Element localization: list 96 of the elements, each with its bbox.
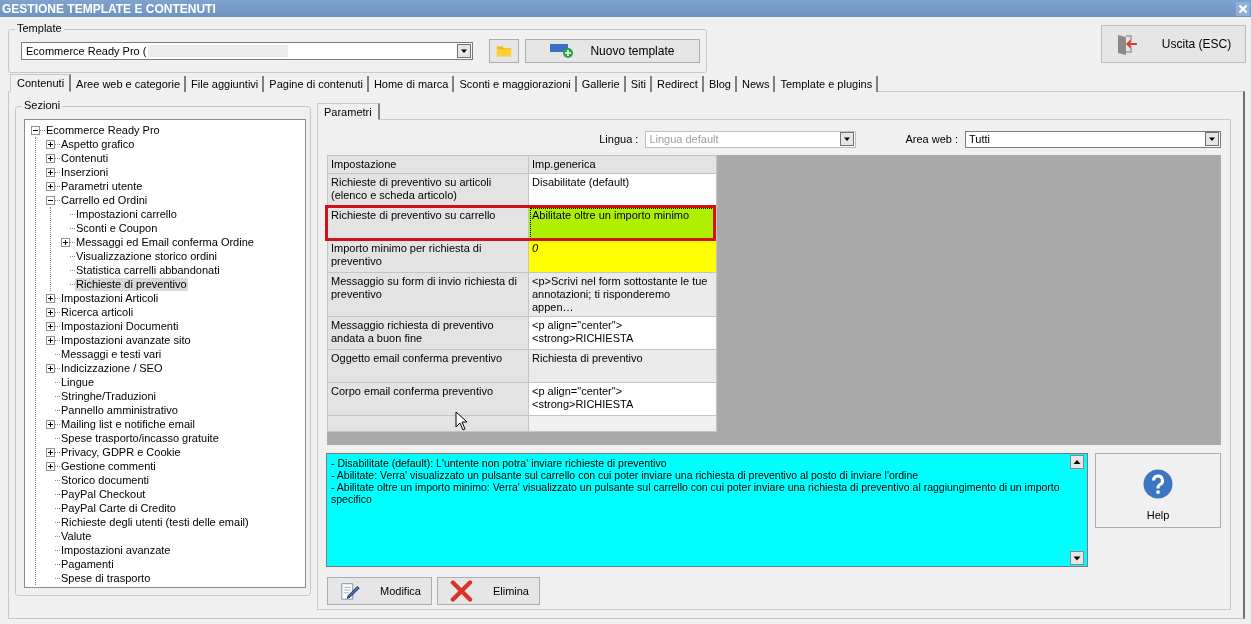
tab[interactable]: Aree web e categorie (71, 76, 187, 92)
setting-cell: Corpo email conferma preventivo (327, 382, 529, 416)
tree-item[interactable]: Lingue (60, 375, 96, 389)
group-label: Sezioni (24, 99, 61, 111)
tab[interactable]: News (736, 76, 776, 92)
tree-item[interactable]: Impostazioni Articoli (60, 291, 160, 305)
tree-item[interactable]: PayPal Carte di Credito (60, 501, 177, 515)
field-label: Area web : (905, 133, 958, 145)
tree-item[interactable]: Storico documenti (60, 473, 151, 487)
tree-item[interactable]: Visualizzazione storico ordini (75, 249, 219, 263)
tab[interactable]: Redirect (651, 76, 704, 92)
description-text: - Disabilitate (default): L'untente non potra' inviare richieste di preventivo - Abilitate: Verra' visualizzato un pulsante sul carrello con cui poter inviare una richiesta di preventivo al posto di inviare l'ordine - Abilitate oltre un importo minimo: Verra' visualizzato un pulsante sul carrello con cui poter inviare una richiesta di preventivo al raggiungimento di un importo specifico (330, 456, 1061, 507)
tree-item[interactable]: Messaggi e testi vari (60, 347, 163, 361)
tree-item[interactable]: Impostazioni Documenti (60, 319, 180, 333)
setting-cell: Oggetto email conferma preventivo (327, 349, 529, 383)
tree-item[interactable]: Gestione commenti (60, 459, 157, 473)
exit-door-icon (1115, 33, 1138, 55)
value-cell[interactable]: <p>Scrivi nel form sottostante le tue annotazioni; ti risponderemo appen… (528, 272, 717, 317)
expand-icon[interactable] (46, 321, 55, 331)
tab[interactable]: Sconti e maggiorazioni (454, 76, 577, 92)
tree-item[interactable]: Inserzioni (60, 165, 110, 179)
expand-icon[interactable] (61, 237, 70, 247)
tree-item[interactable]: Pannello amministrativo (60, 403, 179, 417)
expand-icon[interactable] (46, 419, 55, 429)
tree-item[interactable]: Parametri utente (60, 179, 144, 193)
setting-cell: Messaggio richiesta di preventivo andata a buon fine (327, 316, 529, 350)
tree-item[interactable]: Impostazioni avanzate (60, 543, 172, 557)
setting-cell: Importo minimo per richiesta di preventivo (327, 239, 529, 273)
exit-button[interactable]: Uscita (ESC) (1101, 25, 1246, 63)
tree-item[interactable]: Privacy, GDPR e Cookie (60, 445, 182, 459)
new-template-button[interactable]: Nuovo template (524, 39, 700, 63)
expand-icon[interactable] (46, 307, 55, 317)
tree-item[interactable]: Impostazioni avanzate sito (60, 333, 192, 347)
tree-item[interactable]: Pagamenti (60, 557, 115, 571)
add-template-icon (550, 43, 575, 59)
expand-icon[interactable] (46, 153, 55, 163)
tree-item[interactable]: Mailing list e notifiche email (60, 417, 196, 431)
tree-item[interactable]: Spese di trasporto (60, 571, 152, 585)
field-label: Lingua : (599, 133, 639, 145)
value-cell[interactable]: 0 (528, 239, 717, 273)
expand-icon[interactable] (46, 181, 55, 191)
tab[interactable]: Siti (625, 76, 652, 92)
help-icon (1143, 469, 1173, 499)
expand-icon[interactable] (46, 293, 55, 303)
tab[interactable]: Pagine di contenuti (264, 76, 369, 92)
value-cell[interactable]: <p align="center"><strong>RICHIESTA (528, 382, 717, 416)
expand-icon[interactable] (46, 139, 55, 149)
tree-item[interactable]: Richieste degli utenti (testi delle email) (60, 515, 250, 529)
close-icon[interactable] (1236, 1, 1250, 16)
delete-x-icon (450, 580, 473, 602)
tree-item[interactable]: Contenuti (60, 151, 110, 165)
tree-item[interactable]: Valute (60, 529, 93, 543)
value-cell[interactable]: <p align="center"><strong>RICHIESTA (528, 316, 717, 350)
template-dropdown[interactable]: Ecommerce Ready Pro ( (21, 42, 473, 60)
tab[interactable]: Home di marca (368, 76, 455, 92)
setting-cell: Messaggio su form di invio richiesta di preventivo (327, 272, 529, 317)
tree-item[interactable]: Aspetto grafico (60, 137, 136, 151)
expand-icon[interactable] (46, 363, 55, 373)
tree-item[interactable]: Spese trasporto/incasso gratuite (60, 431, 220, 445)
tree-item[interactable]: Sconti e Coupon (75, 221, 159, 235)
tree-item[interactable]: PayPal Checkout (60, 487, 147, 501)
expand-icon[interactable] (46, 447, 55, 457)
edit-button[interactable]: Modifica (327, 577, 432, 605)
collapse-icon[interactable] (31, 125, 40, 135)
collapse-icon[interactable] (46, 195, 55, 205)
group-label: Template (17, 22, 62, 34)
tab[interactable]: Template e plugins (775, 76, 879, 92)
value-cell[interactable]: Richiesta di preventivo (528, 349, 717, 383)
tree-item[interactable]: Ecommerce Ready Pro (45, 123, 161, 137)
tree-item[interactable]: Stringhe/Traduzioni (60, 389, 157, 403)
folder-icon (495, 44, 512, 58)
column-header: Impostazione (327, 155, 529, 174)
dropdown[interactable]: Tutti (965, 130, 1221, 148)
window-title: GESTIONE TEMPLATE E CONTENUTI (1, 1, 216, 16)
expand-icon[interactable] (46, 167, 55, 177)
tab[interactable]: Blog (703, 76, 737, 92)
tab[interactable]: Contenuti (10, 74, 72, 92)
tree-item[interactable]: Impostazioni carrello (75, 207, 178, 221)
tree-item[interactable]: Carrello ed Ordini (60, 193, 149, 207)
tree-item[interactable]: Messaggi ed Email conferma Ordine (75, 235, 255, 249)
tree-item[interactable]: Ricerca articoli (60, 305, 135, 319)
scroll-down-icon[interactable] (1070, 551, 1084, 565)
expand-icon[interactable] (46, 461, 55, 471)
tree-item[interactable]: Richieste di preventivo (75, 277, 188, 291)
tree-item[interactable]: Statistica carrelli abbandonati (75, 263, 221, 277)
column-header: Imp.generica (528, 155, 717, 174)
cursor-icon (455, 411, 468, 431)
tab[interactable]: File aggiuntivi (186, 76, 265, 92)
expand-icon[interactable] (46, 335, 55, 345)
help-button[interactable]: Help (1095, 453, 1221, 528)
scroll-up-icon[interactable] (1070, 455, 1084, 469)
tab[interactable]: Parametri (317, 103, 380, 120)
delete-button[interactable]: Elimina (437, 577, 540, 605)
tab[interactable]: Gallerie (576, 76, 626, 92)
tree-item[interactable]: Indicizzazione / SEO (60, 361, 164, 375)
edit-document-icon (340, 580, 361, 602)
